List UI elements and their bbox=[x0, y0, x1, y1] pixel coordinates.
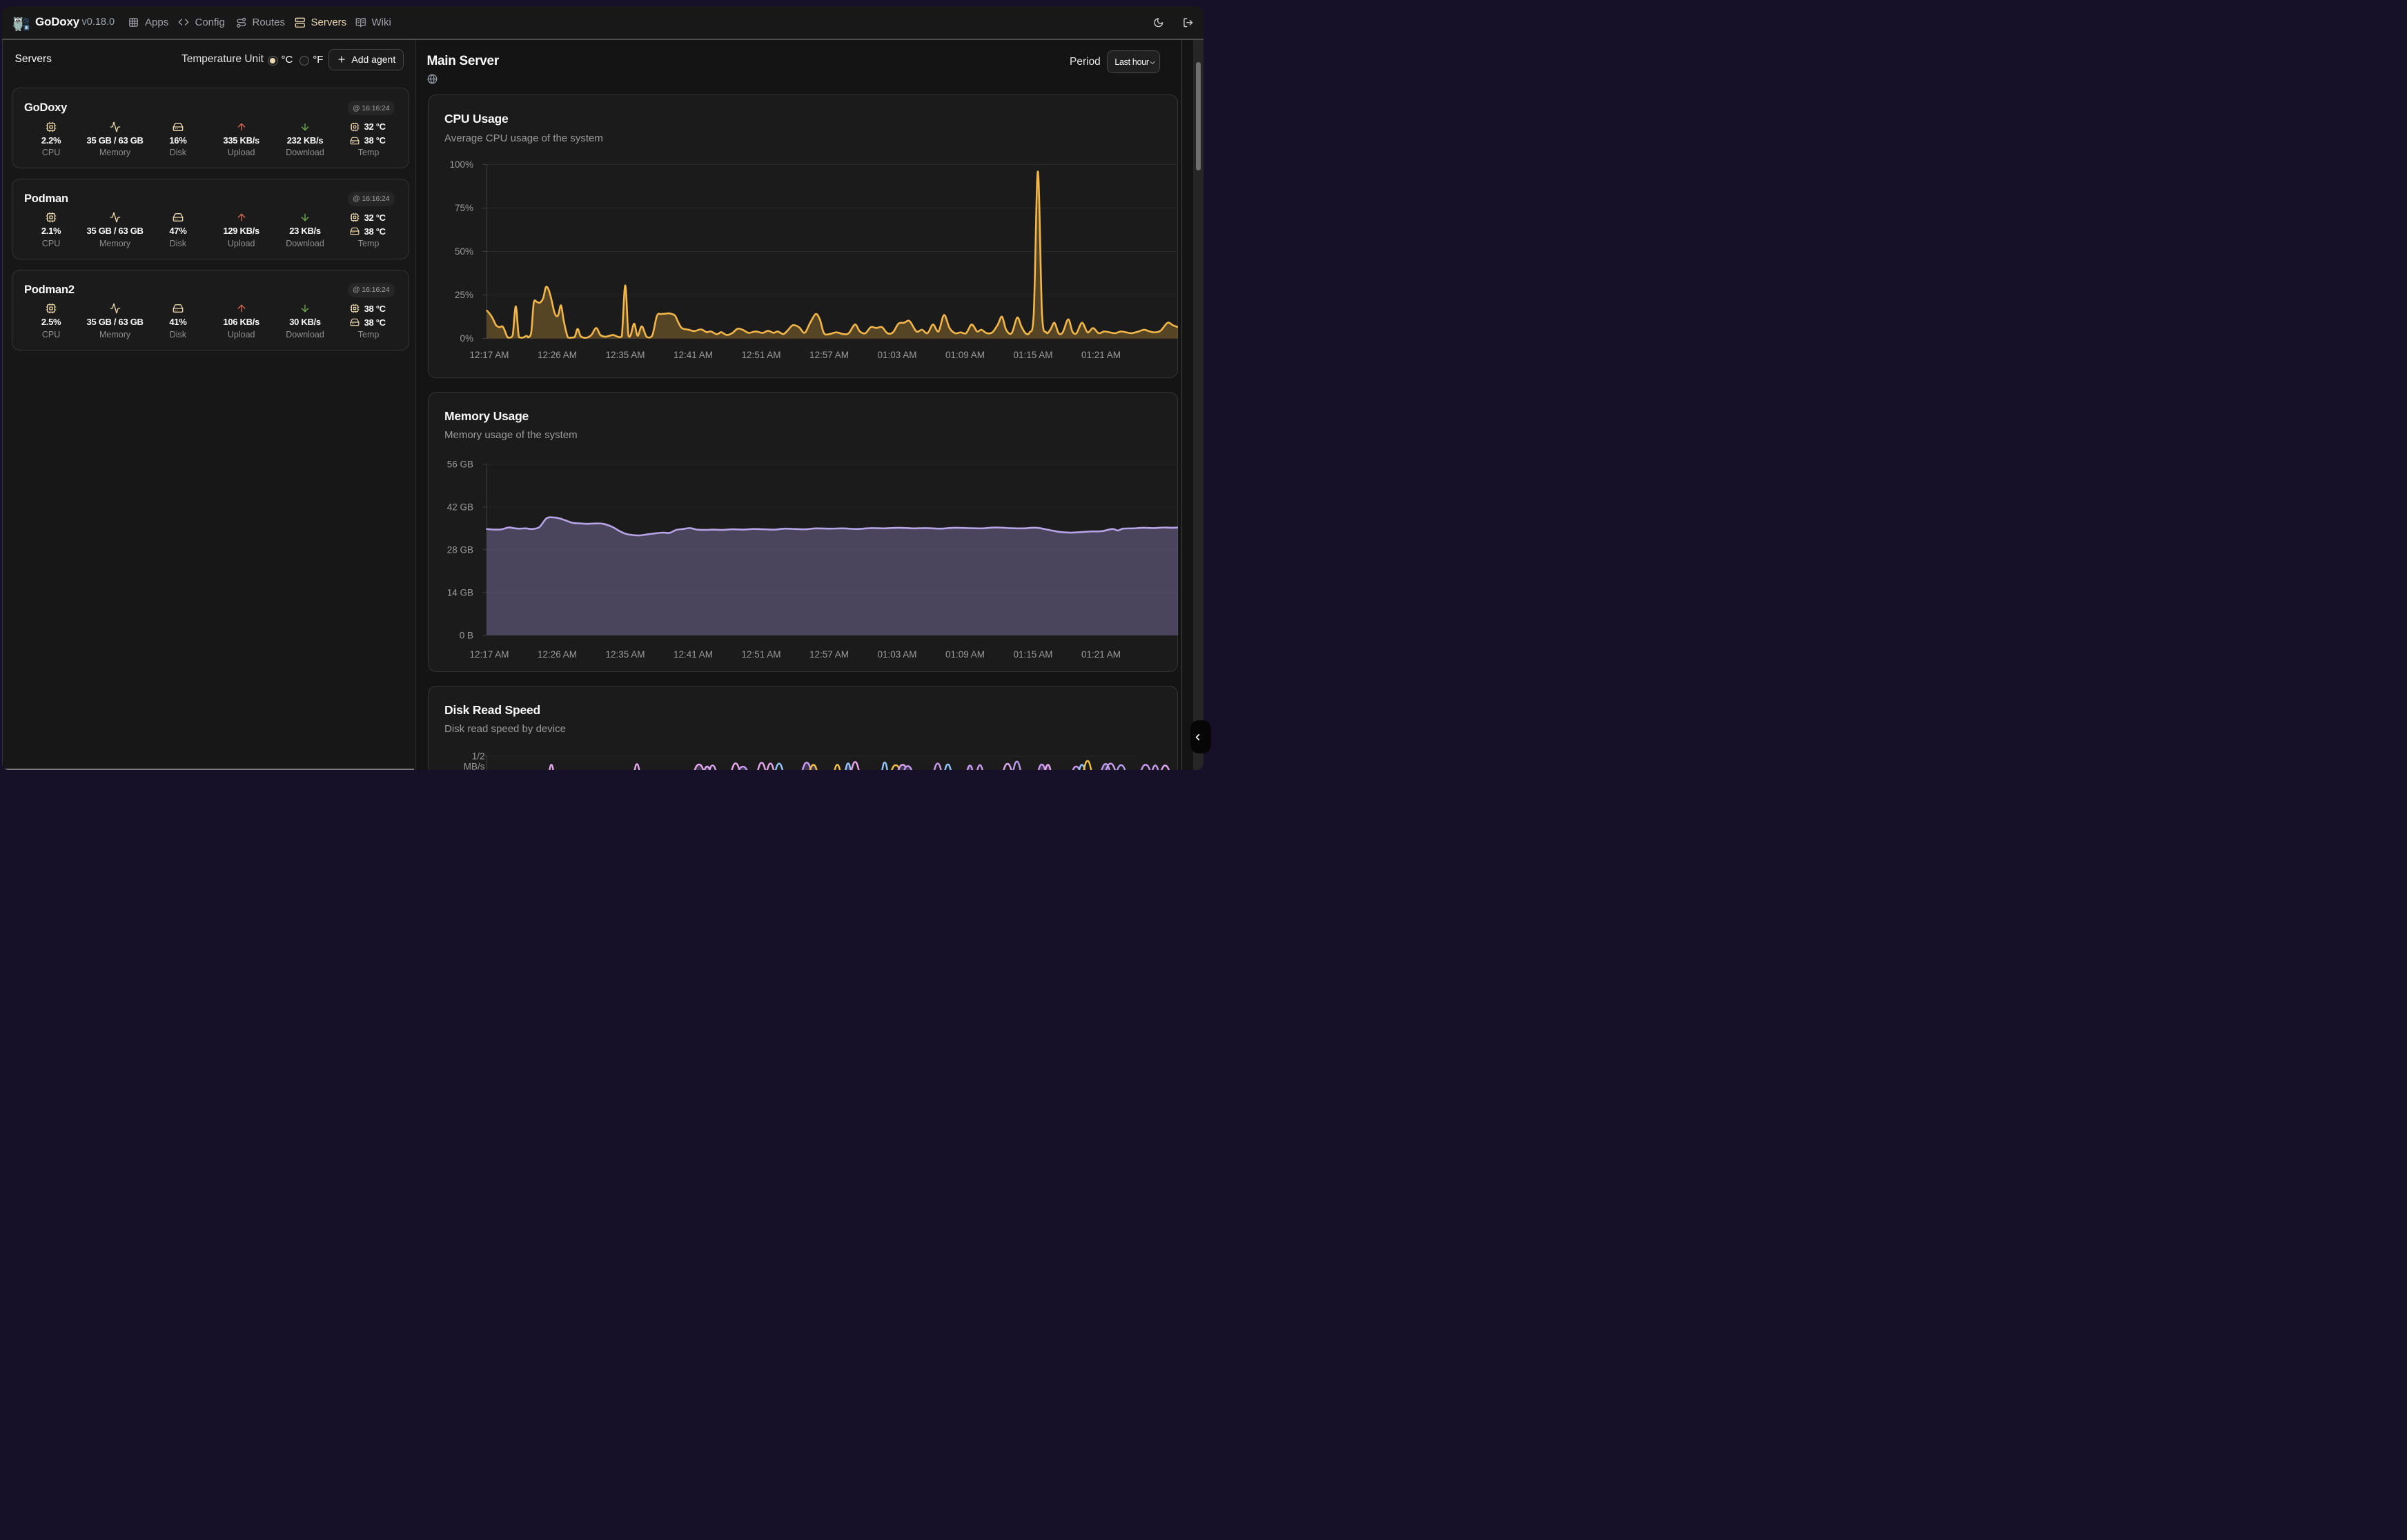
svg-text:100%: 100% bbox=[449, 159, 473, 170]
svg-text:MB/s: MB/s bbox=[464, 761, 485, 770]
svg-text:56 GB: 56 GB bbox=[447, 459, 473, 469]
svg-text:01:21 AM: 01:21 AM bbox=[1081, 350, 1121, 360]
svg-text:01:15 AM: 01:15 AM bbox=[1013, 350, 1052, 360]
svg-text:12:17 AM: 12:17 AM bbox=[469, 350, 509, 360]
svg-text:14 GB: 14 GB bbox=[447, 587, 473, 598]
svg-text:0 B: 0 B bbox=[460, 630, 473, 640]
svg-text:1/2: 1/2 bbox=[472, 751, 485, 761]
svg-text:12:51 AM: 12:51 AM bbox=[741, 350, 780, 360]
svg-text:01:21 AM: 01:21 AM bbox=[1081, 649, 1121, 660]
svg-text:12:26 AM: 12:26 AM bbox=[538, 350, 577, 360]
svg-text:12:41 AM: 12:41 AM bbox=[674, 350, 713, 360]
svg-text:12:41 AM: 12:41 AM bbox=[674, 649, 713, 660]
svg-text:01:03 AM: 01:03 AM bbox=[877, 649, 916, 660]
svg-text:42 GB: 42 GB bbox=[447, 502, 473, 512]
svg-text:01:09 AM: 01:09 AM bbox=[945, 350, 985, 360]
svg-text:12:26 AM: 12:26 AM bbox=[538, 649, 577, 660]
svg-text:75%: 75% bbox=[455, 203, 473, 213]
svg-text:01:09 AM: 01:09 AM bbox=[945, 649, 985, 660]
svg-text:12:51 AM: 12:51 AM bbox=[741, 649, 780, 660]
svg-text:01:15 AM: 01:15 AM bbox=[1013, 649, 1052, 660]
svg-text:12:17 AM: 12:17 AM bbox=[469, 649, 509, 660]
svg-text:25%: 25% bbox=[455, 290, 473, 300]
svg-text:01:03 AM: 01:03 AM bbox=[877, 350, 916, 360]
svg-text:12:35 AM: 12:35 AM bbox=[605, 649, 645, 660]
svg-text:12:35 AM: 12:35 AM bbox=[605, 350, 645, 360]
svg-text:50%: 50% bbox=[455, 246, 473, 257]
svg-text:12:57 AM: 12:57 AM bbox=[809, 350, 849, 360]
svg-text:12:57 AM: 12:57 AM bbox=[809, 649, 849, 660]
svg-text:28 GB: 28 GB bbox=[447, 544, 473, 555]
svg-text:0%: 0% bbox=[460, 333, 473, 344]
